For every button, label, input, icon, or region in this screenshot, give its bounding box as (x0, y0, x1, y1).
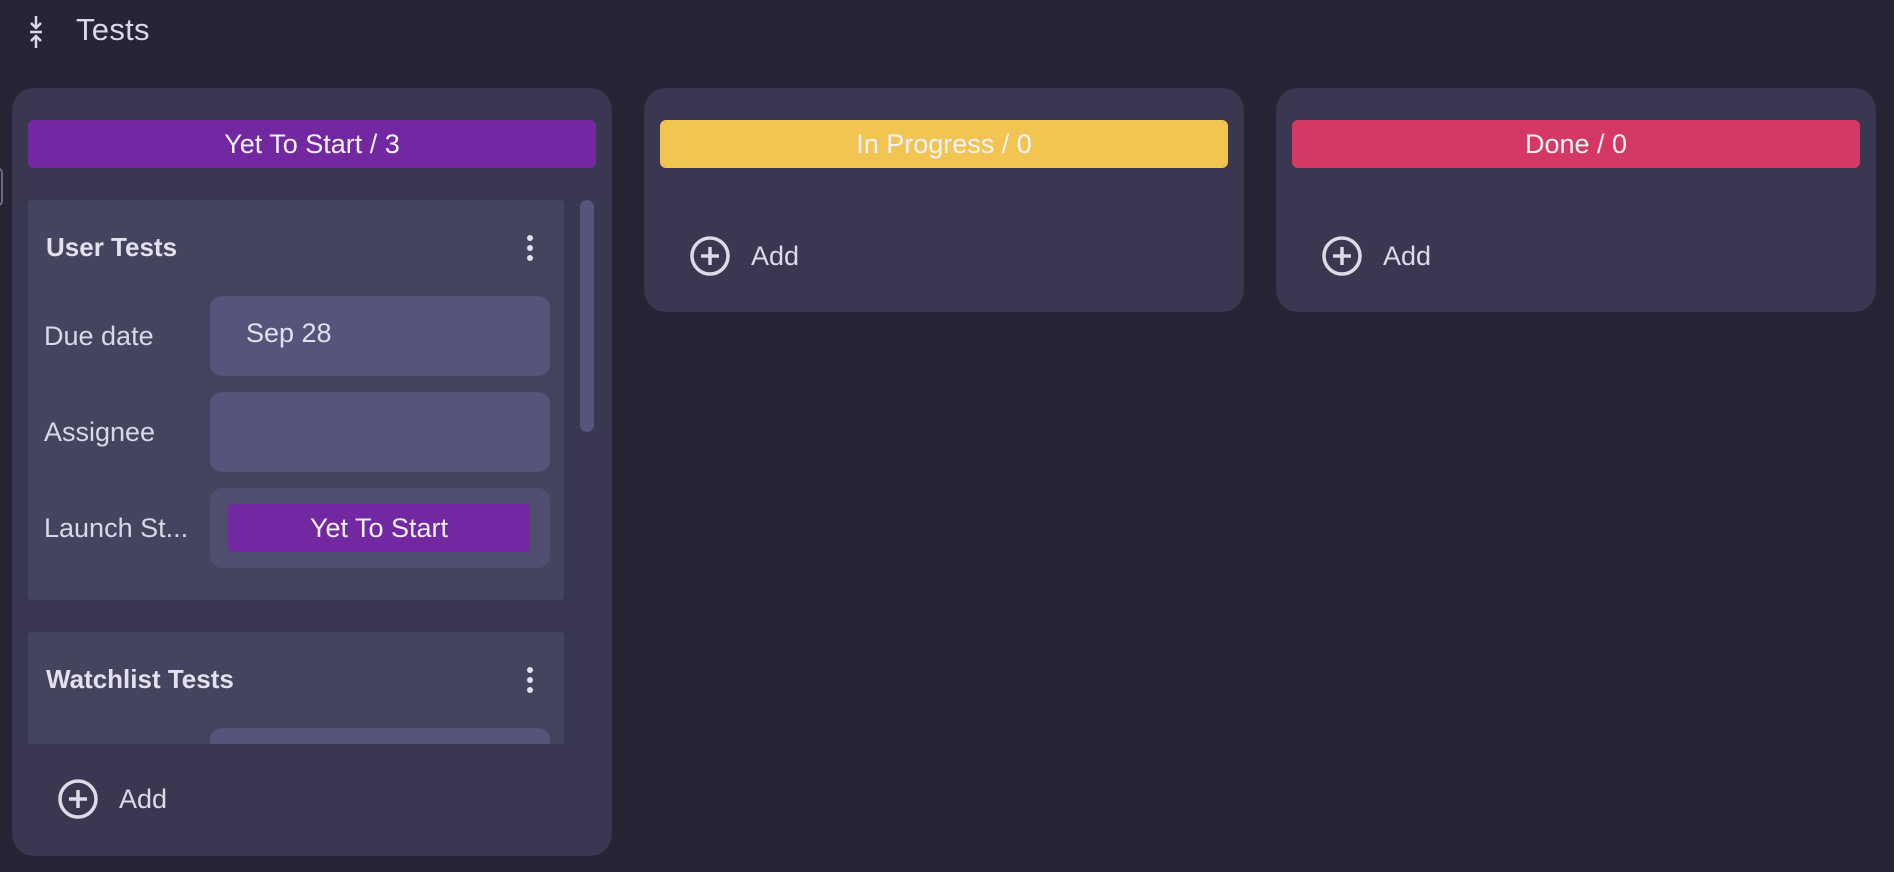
card-watchlist-tests[interactable]: Watchlist Tests (28, 632, 564, 744)
assignee-field[interactable] (210, 392, 550, 472)
column-header-done[interactable]: Done / 0 (1292, 120, 1860, 168)
collapse-vertical-icon[interactable] (24, 14, 48, 50)
card-list: User Tests Due date Sep 28 Assignee Laun… (28, 200, 582, 744)
more-vertical-icon[interactable] (512, 230, 548, 266)
add-circle-icon (690, 236, 730, 276)
card-title: User Tests (46, 232, 178, 262)
add-label: Add (1383, 240, 1432, 271)
add-card-button[interactable]: Add (57, 778, 167, 820)
add-circle-icon (1322, 236, 1362, 276)
add-card-button[interactable]: Add (689, 235, 799, 277)
add-circle-icon (58, 779, 98, 819)
status-badge[interactable]: Yet To Start (228, 504, 530, 552)
card-user-tests[interactable]: User Tests Due date Sep 28 Assignee Laun… (28, 200, 564, 600)
column-yet-to-start: Yet To Start / 3 User Tests Due date Sep… (12, 88, 612, 856)
add-label: Add (119, 783, 168, 814)
add-card-button[interactable]: Add (1321, 235, 1431, 277)
more-vertical-icon[interactable] (512, 662, 548, 698)
top-bar: Tests (0, 0, 1894, 70)
column-done: Done / 0 Add (1276, 88, 1876, 312)
column-in-progress: In Progress / 0 Add (644, 88, 1244, 312)
add-label: Add (751, 240, 800, 271)
launch-status-field[interactable]: Yet To Start (210, 488, 550, 568)
card-list-scrollbar[interactable] (580, 200, 594, 432)
due-date-field[interactable] (210, 728, 550, 744)
due-date-field[interactable]: Sep 28 (210, 296, 550, 376)
field-label-launch-status: Launch St... (44, 513, 189, 543)
side-panel-handle[interactable] (0, 168, 3, 206)
page-title: Tests (76, 12, 150, 47)
column-header-yet-to-start[interactable]: Yet To Start / 3 (28, 120, 596, 168)
field-label-assignee: Assignee (44, 417, 156, 447)
field-label-due-date: Due date (44, 321, 154, 351)
column-header-in-progress[interactable]: In Progress / 0 (660, 120, 1228, 168)
due-date-value: Sep 28 (246, 318, 332, 348)
card-title: Watchlist Tests (46, 664, 234, 694)
